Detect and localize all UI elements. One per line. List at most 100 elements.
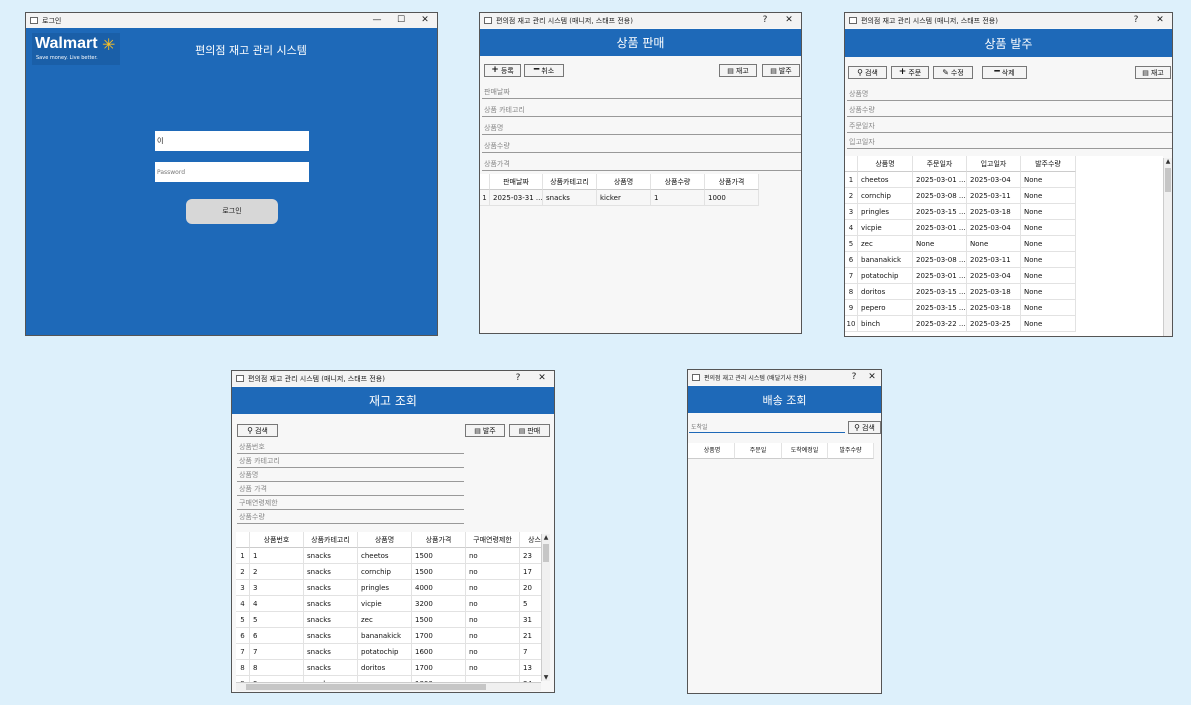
table-cell[interactable]: None (1021, 252, 1076, 268)
table-cell[interactable]: 3 (250, 580, 304, 596)
table-cell[interactable]: 2025-03-11 (967, 252, 1021, 268)
table-cell[interactable]: 2025-03-01 ... (913, 220, 967, 236)
column-header[interactable]: 상스 (520, 532, 541, 548)
column-header[interactable]: 상품명 (858, 156, 913, 172)
column-header[interactable]: 상품가격 (412, 532, 466, 548)
table-cell[interactable]: bananakick (858, 252, 913, 268)
column-header[interactable]: 상품명 (597, 174, 651, 190)
inventory-horizontal-scrollbar[interactable] (236, 682, 541, 691)
maximize-icon[interactable]: ☐ (389, 13, 413, 28)
column-header[interactable]: 상품카테고리 (543, 174, 597, 190)
minimize-icon[interactable]: — (365, 13, 389, 28)
table-cell[interactable]: 2025-03-15 ... (913, 284, 967, 300)
table-cell[interactable]: None (1021, 268, 1076, 284)
column-header[interactable]: 판매날짜 (490, 174, 543, 190)
table-cell[interactable]: None (967, 236, 1021, 252)
field-category[interactable]: 상품 카테고리 (482, 104, 801, 117)
edit-button[interactable]: ✎ 수정 (933, 66, 973, 79)
table-cell[interactable]: 2025-03-04 (967, 268, 1021, 284)
order-table-scrollbar[interactable]: ▲ (1163, 158, 1172, 336)
table-cell[interactable]: cornchip (358, 564, 412, 580)
table-cell[interactable]: 2025-03-22 ... (913, 316, 967, 332)
table-cell[interactable]: snacks (304, 564, 358, 580)
search-button[interactable]: ⚲ 검색 (848, 66, 887, 79)
scroll-up-icon[interactable]: ▲ (542, 534, 550, 541)
table-cell[interactable]: None (1021, 284, 1076, 300)
table-cell[interactable]: 1 (250, 548, 304, 564)
table-cell[interactable]: None (1021, 220, 1076, 236)
table-cell[interactable]: 4 (250, 596, 304, 612)
table-cell[interactable]: potatochip (358, 644, 412, 660)
table-cell[interactable]: 1700 (412, 628, 466, 644)
column-header[interactable]: 상품명 (690, 443, 735, 459)
table-cell[interactable]: 1 (651, 190, 705, 206)
table-cell[interactable]: snacks (304, 596, 358, 612)
table-cell[interactable]: kicker (597, 190, 651, 206)
table-cell[interactable]: 7 (250, 644, 304, 660)
field-order-date[interactable]: 주문일자 (847, 120, 1172, 133)
field-product-name[interactable]: 상품명 (237, 469, 464, 482)
table-cell[interactable]: 7 (520, 644, 541, 660)
table-cell[interactable]: 2025-03-04 (967, 220, 1021, 236)
table-cell[interactable]: 21 (520, 628, 541, 644)
table-cell[interactable]: 2025-03-31 ... (490, 190, 543, 206)
table-cell[interactable]: vicpie (858, 220, 913, 236)
column-header[interactable]: 발주수량 (828, 443, 874, 459)
column-header[interactable]: 상품수량 (651, 174, 705, 190)
column-header[interactable]: 상품가격 (705, 174, 759, 190)
column-header[interactable]: 구매연령제한 (466, 532, 520, 548)
table-cell[interactable]: 2025-03-01 ... (913, 268, 967, 284)
column-header[interactable]: 도착예정일 (782, 443, 828, 459)
table-cell[interactable]: 2025-03-15 ... (913, 204, 967, 220)
column-header[interactable]: 상품명 (358, 532, 412, 548)
table-cell[interactable]: 20 (520, 580, 541, 596)
order-submit-button[interactable]: + 주문 (891, 66, 929, 79)
table-cell[interactable]: zec (858, 236, 913, 252)
table-cell[interactable]: no (466, 628, 520, 644)
field-product-name[interactable]: 상품명 (482, 122, 801, 135)
table-cell[interactable]: potatochip (858, 268, 913, 284)
scroll-thumb[interactable] (1165, 168, 1171, 192)
table-cell[interactable]: 2025-03-04 (967, 172, 1021, 188)
table-cell[interactable]: 1700 (412, 660, 466, 676)
sales-button[interactable]: ▤ 판매 (509, 424, 550, 437)
table-cell[interactable]: snacks (543, 190, 597, 206)
scroll-down-icon[interactable]: ▼ (542, 674, 550, 681)
column-header[interactable]: 상품번호 (250, 532, 304, 548)
field-age-limit[interactable]: 구매연령제한 (237, 497, 464, 510)
table-cell[interactable]: snacks (304, 660, 358, 676)
table-cell[interactable]: no (466, 644, 520, 660)
delete-button[interactable]: ━ 삭제 (982, 66, 1027, 79)
order-button[interactable]: ▤ 발주 (465, 424, 505, 437)
table-cell[interactable]: 31 (520, 612, 541, 628)
table-cell[interactable]: no (466, 596, 520, 612)
order-button[interactable]: ▤ 발주 (762, 64, 800, 77)
table-cell[interactable]: None (913, 236, 967, 252)
table-cell[interactable]: snacks (304, 644, 358, 660)
scroll-thumb[interactable] (246, 684, 486, 690)
table-cell[interactable]: 1500 (412, 564, 466, 580)
table-cell[interactable]: pringles (858, 204, 913, 220)
close-icon[interactable]: ✕ (777, 13, 801, 28)
table-cell[interactable]: None (1021, 204, 1076, 220)
table-cell[interactable]: pepero (858, 300, 913, 316)
help-icon[interactable]: ? (753, 13, 777, 28)
field-quantity[interactable]: 상품수량 (237, 511, 464, 524)
field-product-name[interactable]: 상품명 (847, 88, 1172, 101)
scroll-up-icon[interactable]: ▲ (1164, 158, 1172, 165)
cancel-button[interactable]: ━ 취소 (524, 64, 564, 77)
table-cell[interactable]: no (466, 548, 520, 564)
column-header[interactable]: 주문일자 (913, 156, 967, 172)
field-quantity[interactable]: 상품수량 (847, 104, 1172, 117)
close-icon[interactable]: ✕ (413, 13, 437, 28)
table-cell[interactable]: 1000 (705, 190, 759, 206)
table-cell[interactable]: 2025-03-25 (967, 316, 1021, 332)
table-cell[interactable]: zec (358, 612, 412, 628)
table-cell[interactable]: 1600 (412, 644, 466, 660)
table-cell[interactable]: 5 (520, 596, 541, 612)
table-cell[interactable]: None (1021, 188, 1076, 204)
table-cell[interactable]: 23 (520, 548, 541, 564)
table-cell[interactable]: 2025-03-11 (967, 188, 1021, 204)
password-field[interactable] (155, 162, 309, 182)
table-cell[interactable]: doritos (858, 284, 913, 300)
